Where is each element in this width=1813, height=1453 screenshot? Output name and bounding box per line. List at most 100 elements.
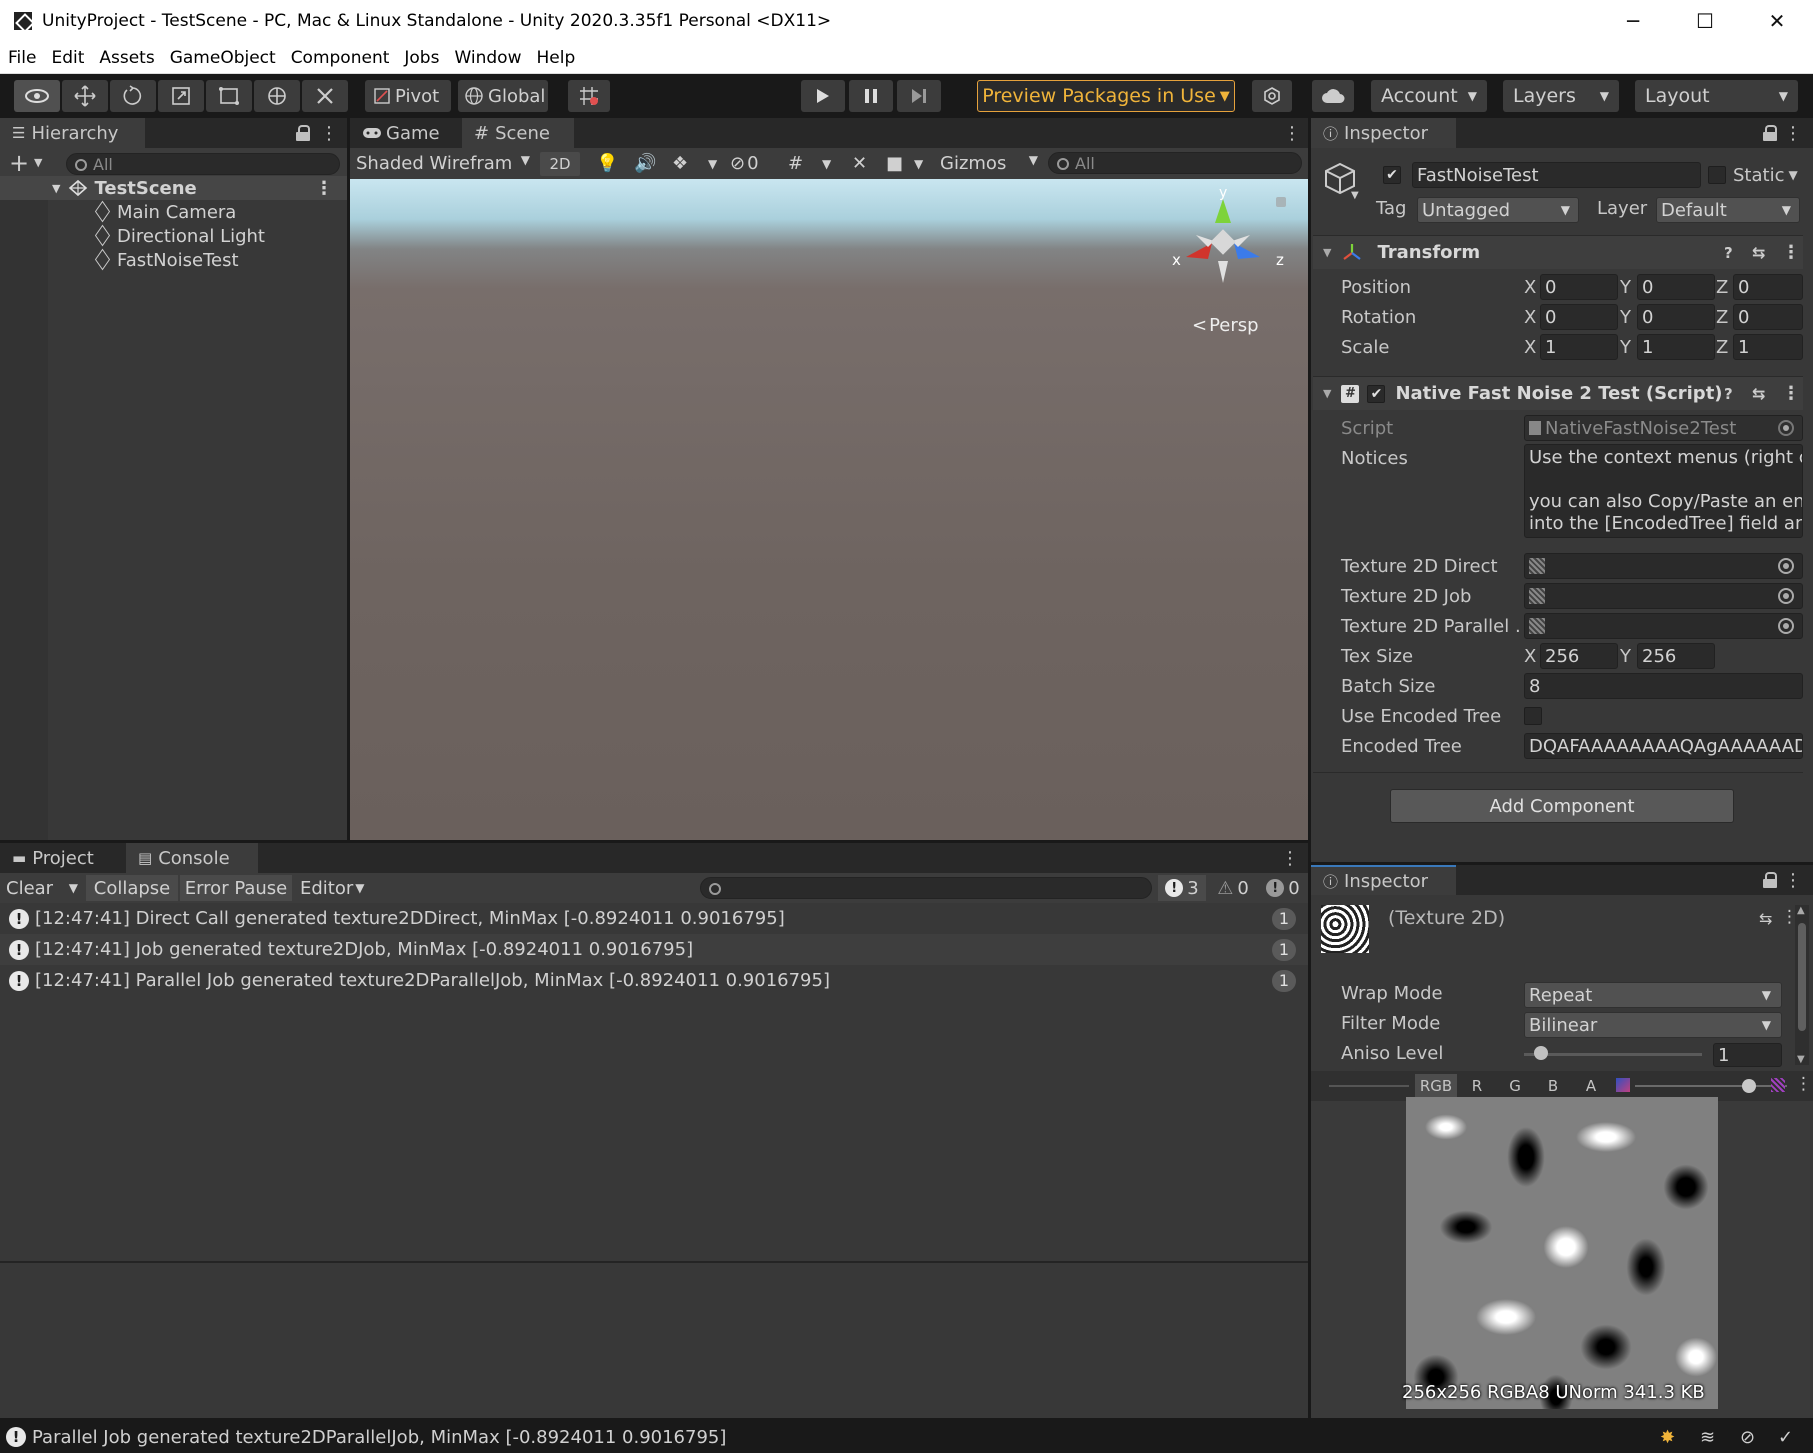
aniso-level-field[interactable]: 1	[1713, 1043, 1782, 1067]
scale-y-field[interactable]: 1	[1637, 334, 1715, 360]
position-x-field[interactable]: 0	[1540, 274, 1618, 300]
audio-icon[interactable]: 🔊	[634, 153, 656, 174]
tag-dropdown[interactable]: Untagged ▼	[1417, 197, 1579, 223]
add-icon[interactable]: +	[9, 149, 29, 177]
mip-slider-track[interactable]	[1635, 1085, 1787, 1087]
kebab-menu-icon[interactable]: ⋮	[1784, 122, 1802, 144]
menu-file[interactable]: File	[8, 48, 36, 68]
presets-icon[interactable]: ⇆	[1752, 384, 1765, 403]
perspective-toggle[interactable]: < Persp	[1192, 315, 1259, 336]
aniso-slider-track[interactable]	[1524, 1053, 1702, 1056]
kebab-menu-icon[interactable]: ⋮	[315, 178, 333, 199]
tab-project[interactable]: ▬ Project	[0, 843, 126, 873]
layers-dropdown[interactable]: Layers ▼	[1503, 80, 1619, 112]
mip-slider-thumb[interactable]	[1742, 1079, 1756, 1093]
presets-icon[interactable]: ⇆	[1759, 909, 1772, 928]
channel-rgb-button[interactable]: RGB	[1415, 1074, 1457, 1098]
hierarchy-item[interactable]: Main Camera	[0, 200, 347, 224]
channel-b-button[interactable]: B	[1537, 1074, 1569, 1098]
preview-packages-button[interactable]: Preview Packages in Use ▼	[977, 80, 1235, 112]
menu-edit[interactable]: Edit	[51, 48, 84, 68]
kebab-menu-icon[interactable]: ⋮	[1281, 847, 1299, 869]
gizmos-dropdown[interactable]: Gizmos ▼	[940, 153, 1038, 174]
transform-header[interactable]: ▼ Transform ? ⇆ ⋮	[1313, 235, 1803, 269]
grid-icon[interactable]: #	[788, 153, 803, 174]
maximize-button[interactable]: ☐	[1669, 0, 1741, 42]
object-picker-icon[interactable]	[1778, 618, 1794, 634]
foldout-arrow-icon[interactable]: ▼	[1323, 387, 1331, 400]
scrollbar-thumb[interactable]	[1798, 923, 1806, 1031]
chevron-down-icon[interactable]: ▼	[708, 157, 717, 171]
shading-mode-dropdown[interactable]: Shaded Wirefram ▼	[356, 153, 530, 174]
console-row[interactable]: ! [12:47:41] Parallel Job generated text…	[0, 965, 1308, 996]
clear-button[interactable]: Clear ▼	[0, 875, 84, 901]
channel-g-button[interactable]: G	[1499, 1074, 1531, 1098]
console-row[interactable]: ! [12:47:41] Direct Call generated textu…	[0, 903, 1308, 934]
position-y-field[interactable]: 0	[1637, 274, 1715, 300]
batch-size-field[interactable]: 8	[1524, 673, 1803, 699]
script-field[interactable]: NativeFastNoise2Test	[1524, 415, 1803, 441]
channel-r-button[interactable]: R	[1461, 1074, 1493, 1098]
wrap-mode-dropdown[interactable]: Repeat ▼	[1524, 982, 1782, 1008]
drag-handle[interactable]	[1329, 1085, 1409, 1087]
scrollbar[interactable]: ▲ ▼	[1795, 905, 1809, 1065]
layout-dropdown[interactable]: Layout ▼	[1635, 80, 1798, 112]
rotation-z-field[interactable]: 0	[1733, 304, 1803, 330]
view-tool-button[interactable]	[14, 80, 60, 112]
texture-job-field[interactable]	[1524, 583, 1803, 609]
kebab-menu-icon[interactable]: ⋮	[1283, 122, 1301, 144]
component-enabled-checkbox[interactable]: ✔	[1367, 384, 1386, 403]
texture-direct-field[interactable]	[1524, 553, 1803, 579]
lock-icon[interactable]	[1763, 125, 1777, 141]
status-message[interactable]: Parallel Job generated texture2DParallel…	[32, 1427, 726, 1448]
object-picker-icon[interactable]	[1778, 588, 1794, 604]
hierarchy-item[interactable]: Directional Light	[0, 224, 347, 248]
hierarchy-search-input[interactable]: All	[66, 153, 340, 175]
kebab-menu-icon[interactable]: ⋮	[1795, 1074, 1812, 1094]
rect-tool-button[interactable]	[206, 80, 252, 112]
expand-arrow-icon[interactable]: ▼	[52, 182, 60, 195]
global-toggle[interactable]: Global	[458, 80, 548, 112]
layer-dropdown[interactable]: Default ▼	[1656, 197, 1800, 223]
tab-inspector[interactable]: ⓘ Inspector	[1311, 118, 1456, 148]
rotation-x-field[interactable]: 0	[1540, 304, 1618, 330]
panel-splitter[interactable]	[347, 118, 350, 840]
static-dropdown[interactable]: Static ▼	[1733, 162, 1798, 188]
info-filter-toggle[interactable]: ! 3	[1158, 875, 1206, 901]
tab-hierarchy[interactable]: ☰ Hierarchy	[0, 118, 145, 148]
rotate-tool-button[interactable]	[110, 80, 156, 112]
object-picker-icon[interactable]	[1778, 558, 1794, 574]
scale-tool-button[interactable]	[158, 80, 204, 112]
filter-mode-dropdown[interactable]: Bilinear ▼	[1524, 1012, 1782, 1038]
console-split-divider[interactable]	[0, 1261, 1308, 1263]
lock-icon[interactable]	[1763, 872, 1777, 888]
transform-tool-button[interactable]	[254, 80, 300, 112]
tab-game[interactable]: Game	[350, 118, 458, 148]
pivot-toggle[interactable]: Pivot	[365, 80, 451, 112]
warning-filter-toggle[interactable]: ⚠ 0	[1210, 875, 1256, 901]
chevron-down-icon[interactable]: ▼	[34, 156, 42, 169]
2d-toggle-button[interactable]: 2D	[540, 151, 580, 176]
channel-a-button[interactable]: A	[1575, 1074, 1607, 1098]
play-button[interactable]	[801, 80, 845, 112]
scale-x-field[interactable]: 1	[1540, 334, 1618, 360]
notices-textarea[interactable]: Use the context menus (right cl you can …	[1524, 444, 1803, 538]
scene-gizmo-icon[interactable]	[1168, 191, 1278, 291]
panel-splitter[interactable]	[1311, 862, 1813, 865]
cloud-button[interactable]	[1312, 80, 1354, 112]
chevron-down-icon[interactable]: ▼	[1351, 190, 1359, 201]
step-button[interactable]	[897, 80, 941, 112]
panel-splitter[interactable]	[0, 840, 1308, 843]
help-icon[interactable]: ?	[1724, 385, 1733, 403]
aniso-slider-thumb[interactable]	[1534, 1046, 1548, 1060]
help-icon[interactable]: ?	[1724, 244, 1733, 262]
grid-snap-button[interactable]	[568, 80, 610, 112]
object-picker-icon[interactable]	[1778, 420, 1794, 436]
menu-gameobject[interactable]: GameObject	[170, 48, 276, 68]
texture-parallel-field[interactable]	[1524, 613, 1803, 639]
hierarchy-item[interactable]: FastNoiseTest	[0, 248, 347, 272]
custom-tool-button[interactable]	[302, 80, 348, 112]
error-pause-toggle[interactable]: Error Pause	[180, 875, 292, 901]
scene-search-input[interactable]: All	[1048, 152, 1302, 174]
chevron-down-icon[interactable]: ▼	[822, 157, 831, 171]
